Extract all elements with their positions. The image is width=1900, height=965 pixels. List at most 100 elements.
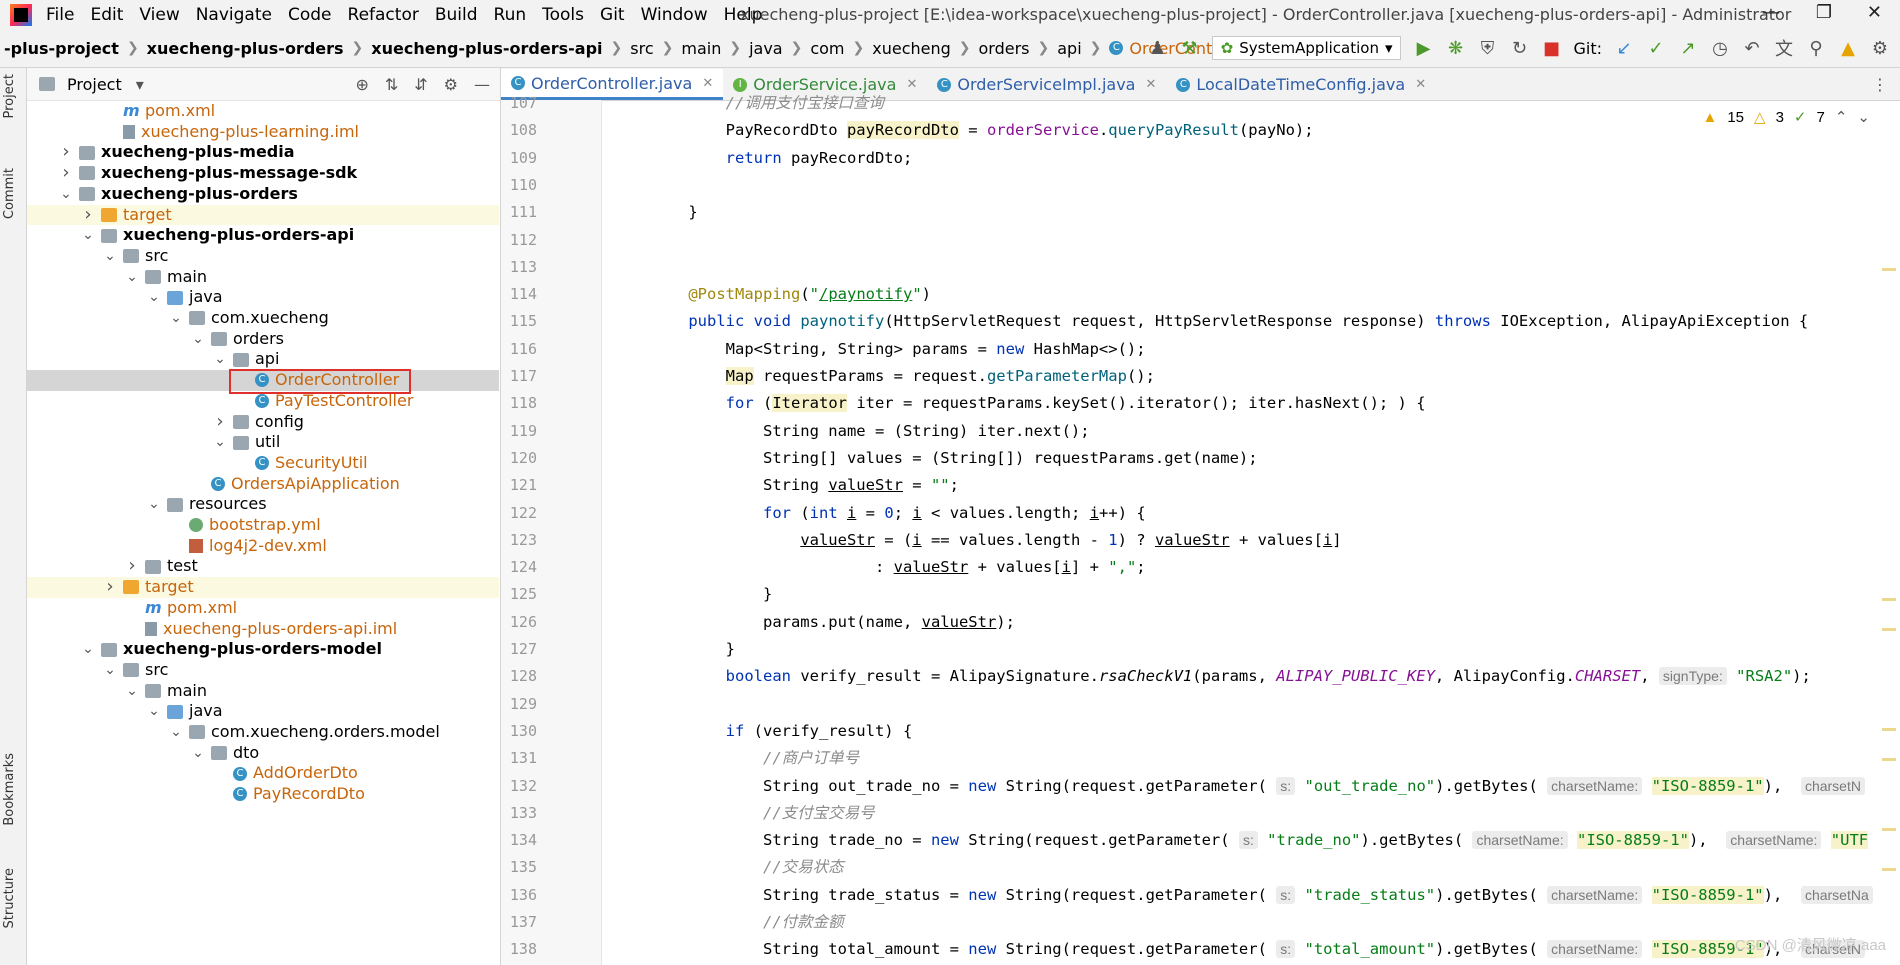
menu-item-git[interactable]: Git xyxy=(592,5,633,25)
hide-icon[interactable]: — xyxy=(474,75,490,94)
scroll-marker[interactable] xyxy=(1882,268,1896,271)
tree-item[interactable]: ⌄ orders xyxy=(27,329,499,350)
update-icon[interactable]: ▲ xyxy=(1838,38,1858,59)
chevron-down-icon[interactable]: ⌄ xyxy=(81,639,95,660)
build-hammer-icon[interactable]: ⚒ xyxy=(1180,38,1200,59)
tree-item[interactable]: › xuecheng-plus-message-sdk xyxy=(27,162,499,184)
scroll-marker[interactable] xyxy=(1882,628,1896,631)
tree-item[interactable]: ⌄ java xyxy=(27,287,499,308)
tree-item[interactable]: ⌄ dto xyxy=(27,743,499,764)
project-panel-title[interactable]: Project xyxy=(67,75,122,94)
chevron-down-icon[interactable]: ⌄ xyxy=(125,267,139,288)
commit-tool-tab[interactable]: Commit xyxy=(2,168,17,219)
code-area[interactable]: 107 //调用支付宝接口查询 108 PayRecordDto payRecor… xyxy=(501,94,1900,965)
tree-item[interactable]: › target xyxy=(27,204,499,226)
tree-item[interactable]: log4j2-dev.xml xyxy=(27,536,499,557)
locate-icon[interactable]: ⊕ xyxy=(355,75,368,94)
chevron-down-icon[interactable]: ⌄ xyxy=(125,681,139,702)
chevron-down-icon[interactable]: ⌄ xyxy=(191,329,205,350)
breadcrumb-item[interactable]: ❯ orders xyxy=(951,39,1030,58)
menu-item-navigate[interactable]: Navigate xyxy=(188,5,280,25)
inspection-widget[interactable]: ▲ 15 △ 3 ✓ 7 ⌃ ⌄ xyxy=(1702,108,1870,127)
tab-list-icon[interactable]: ⋮ xyxy=(1872,75,1888,94)
chevron-down-icon[interactable]: ⌄ xyxy=(59,184,73,205)
tree-item[interactable]: ⌄ java xyxy=(27,701,499,722)
menu-item-build[interactable]: Build xyxy=(427,5,486,25)
tree-item[interactable]: C PayRecordDto xyxy=(27,784,499,805)
chevron-down-icon[interactable]: ⌄ xyxy=(147,701,161,722)
tree-item[interactable]: m pom.xml xyxy=(27,101,499,122)
chevron-down-icon[interactable]: ⌄ xyxy=(81,225,95,246)
breadcrumb-item[interactable]: ❯ api xyxy=(1030,39,1082,58)
chevron-right-icon[interactable]: › xyxy=(103,576,117,598)
git-push-icon[interactable]: ↗ xyxy=(1678,38,1698,59)
scroll-marker[interactable] xyxy=(1882,758,1896,761)
scroll-marker[interactable] xyxy=(1882,598,1896,601)
tree-item[interactable]: C AddOrderDto xyxy=(27,763,499,784)
stop-icon[interactable]: ■ xyxy=(1541,38,1561,59)
tree-item[interactable]: ⌄ com.xuecheng.orders.model xyxy=(27,722,499,743)
breadcrumb-item[interactable]: ❯ xuecheng xyxy=(845,39,951,58)
tree-item[interactable]: ⌄ util xyxy=(27,432,499,453)
coverage-icon[interactable]: ⛨ xyxy=(1477,38,1497,59)
debug-icon[interactable]: ❋ xyxy=(1445,38,1465,59)
rollback-icon[interactable]: ↶ xyxy=(1742,38,1762,59)
menu-item-view[interactable]: View xyxy=(131,5,187,25)
breadcrumb-item[interactable]: ❯ main xyxy=(654,39,722,58)
menu-item-run[interactable]: Run xyxy=(486,5,535,25)
breadcrumb-item[interactable]: ❯ xuecheng-plus-orders-api xyxy=(344,39,603,58)
chevron-right-icon[interactable]: › xyxy=(125,556,139,577)
tree-item[interactable]: bootstrap.yml xyxy=(27,515,499,536)
tree-item[interactable]: › config xyxy=(27,411,499,433)
breadcrumb-item[interactable]: ❯ src xyxy=(603,39,654,58)
expand-all-icon[interactable]: ⇅ xyxy=(385,75,398,94)
close-tab-icon[interactable]: ✕ xyxy=(702,76,713,91)
chevron-down-icon[interactable]: ⌄ xyxy=(147,287,161,308)
breadcrumb-item[interactable]: -plus-project xyxy=(4,39,119,58)
chevron-right-icon[interactable]: › xyxy=(81,204,95,226)
tree-item[interactable]: ⌄ main xyxy=(27,267,499,288)
tree-item[interactable]: xuecheng-plus-orders-api.iml xyxy=(27,619,499,640)
settings-gear-icon[interactable]: ⚙ xyxy=(444,75,458,94)
close-tab-icon[interactable]: ✕ xyxy=(1145,77,1156,92)
breadcrumb-item[interactable]: ❯ java xyxy=(721,39,782,58)
settings-gear-icon[interactable]: ⚙ xyxy=(1870,38,1890,59)
restore-icon[interactable]: ❐ xyxy=(1816,2,1832,23)
breadcrumb-item[interactable]: ❯ com xyxy=(783,39,845,58)
tree-item[interactable]: m pom.xml xyxy=(27,598,499,619)
next-highlight-icon[interactable]: ⌄ xyxy=(1857,108,1870,126)
structure-tool-tab[interactable]: Structure xyxy=(2,868,17,928)
chevron-right-icon[interactable]: › xyxy=(59,162,73,184)
tree-item[interactable]: ⌄ xuecheng-plus-orders-api xyxy=(27,225,499,246)
chevron-down-icon[interactable]: ⌄ xyxy=(103,660,117,681)
menu-item-edit[interactable]: Edit xyxy=(82,5,131,25)
tree-item[interactable]: C OrdersApiApplication xyxy=(27,474,499,495)
menu-item-window[interactable]: Window xyxy=(633,5,716,25)
menu-item-tools[interactable]: Tools xyxy=(534,5,592,25)
search-icon[interactable]: ⚲ xyxy=(1806,38,1826,59)
chevron-down-icon[interactable]: ▾ xyxy=(136,75,144,94)
chevron-down-icon[interactable]: ⌄ xyxy=(213,349,227,370)
tree-item[interactable]: C SecurityUtil xyxy=(27,453,499,474)
tree-item[interactable]: ⌄ com.xuecheng xyxy=(27,308,499,329)
scroll-marker[interactable] xyxy=(1882,868,1896,871)
run-icon[interactable]: ▶ xyxy=(1413,38,1433,59)
editor-tab[interactable]: C LocalDateTimeConfig.java ✕ xyxy=(1166,69,1436,100)
history-icon[interactable]: ◷ xyxy=(1710,38,1730,59)
chevron-down-icon[interactable]: ⌄ xyxy=(169,722,183,743)
close-icon[interactable]: ✕ xyxy=(1867,2,1882,23)
close-tab-icon[interactable]: ✕ xyxy=(906,77,917,92)
editor-tab[interactable]: C OrderServiceImpl.java ✕ xyxy=(927,69,1166,100)
translate-icon[interactable]: 文 xyxy=(1774,35,1794,61)
menu-item-file[interactable]: File xyxy=(38,5,82,25)
chevron-down-icon[interactable]: ⌄ xyxy=(147,494,161,515)
chevron-down-icon[interactable]: ⌄ xyxy=(191,743,205,764)
tree-item[interactable]: ⌄ main xyxy=(27,681,499,702)
tree-item[interactable]: ⌄ api xyxy=(27,349,499,370)
tree-item[interactable]: ⌄ xuecheng-plus-orders xyxy=(27,184,499,205)
tree-item[interactable]: C PayTestController xyxy=(27,391,499,412)
collapse-all-icon[interactable]: ⇵ xyxy=(414,75,427,94)
chevron-right-icon[interactable]: › xyxy=(59,142,73,163)
minimize-icon[interactable]: — xyxy=(1762,2,1780,23)
tree-item[interactable]: › target xyxy=(27,576,499,598)
